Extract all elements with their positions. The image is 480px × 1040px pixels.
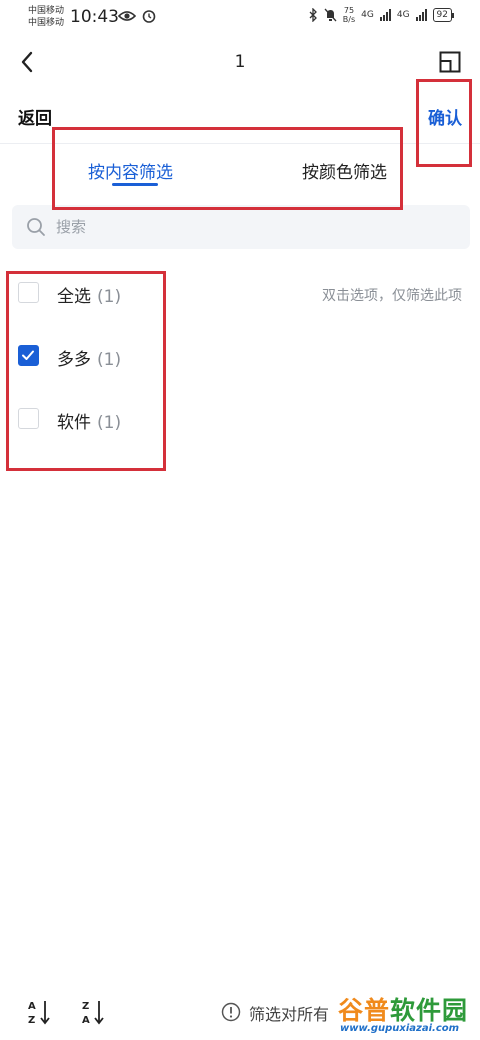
watermark-logo: 谷普软件园 www.gupuxiazai.com — [334, 990, 480, 1040]
watermark-url: www.gupuxiazai.com — [340, 1023, 460, 1034]
svg-text:Z: Z — [28, 1015, 35, 1026]
net-speed-unit: B/s — [342, 15, 356, 24]
svg-text:A: A — [28, 1001, 36, 1012]
sort-a-to-z-icon[interactable]: A Z — [27, 998, 53, 1026]
net-type-2: 4G — [396, 10, 410, 20]
signal-1-icon — [379, 9, 391, 21]
back-button[interactable]: 返回 — [18, 104, 52, 129]
filter-scope-note: 筛选对所有 — [249, 1005, 330, 1024]
window-resize-icon[interactable] — [438, 50, 462, 74]
carrier-names: 中国移动 中国移动 — [28, 5, 64, 29]
mute-bell-icon — [324, 8, 337, 22]
eye-icon — [118, 11, 136, 21]
annotation-box-confirm — [416, 79, 472, 167]
title-bar: 1 — [0, 40, 480, 84]
status-time: 10:43 — [70, 7, 119, 27]
battery-indicator: 92 — [432, 8, 455, 22]
watermark-title-part1: 谷普 — [338, 996, 391, 1025]
annotation-box-options — [6, 271, 166, 471]
net-speed: 75 B/s — [343, 6, 355, 24]
search-icon — [27, 218, 45, 236]
watermark-title-part2: 软件园 — [390, 996, 469, 1025]
signal-2-icon — [415, 9, 427, 21]
bluetooth-icon — [309, 8, 317, 22]
sort-z-to-a-icon[interactable]: Z A — [81, 998, 107, 1026]
annotation-box-tabs — [52, 127, 403, 210]
alarm-icon — [142, 10, 156, 23]
watermark-title: 谷普软件园 — [338, 991, 468, 1027]
status-bar: 中国移动 中国移动 10:43 75 B/s 4G 4G 92 — [0, 0, 480, 34]
carrier-2: 中国移动 — [28, 18, 65, 28]
search-box — [12, 205, 470, 249]
net-speed-value: 75 — [343, 6, 355, 15]
svg-text:Z: Z — [82, 1001, 89, 1012]
status-left-icons — [118, 9, 156, 23]
double-click-hint: 双击选项，仅筛选此项 — [322, 288, 462, 304]
page-title: 1 — [234, 52, 246, 72]
svg-text:A: A — [82, 1015, 90, 1026]
info-icon — [221, 1002, 241, 1022]
status-right-icons: 75 B/s 4G 4G 92 — [309, 6, 455, 24]
search-input[interactable] — [56, 205, 456, 249]
carrier-1: 中国移动 — [28, 6, 65, 16]
net-type-1: 4G — [361, 10, 374, 20]
